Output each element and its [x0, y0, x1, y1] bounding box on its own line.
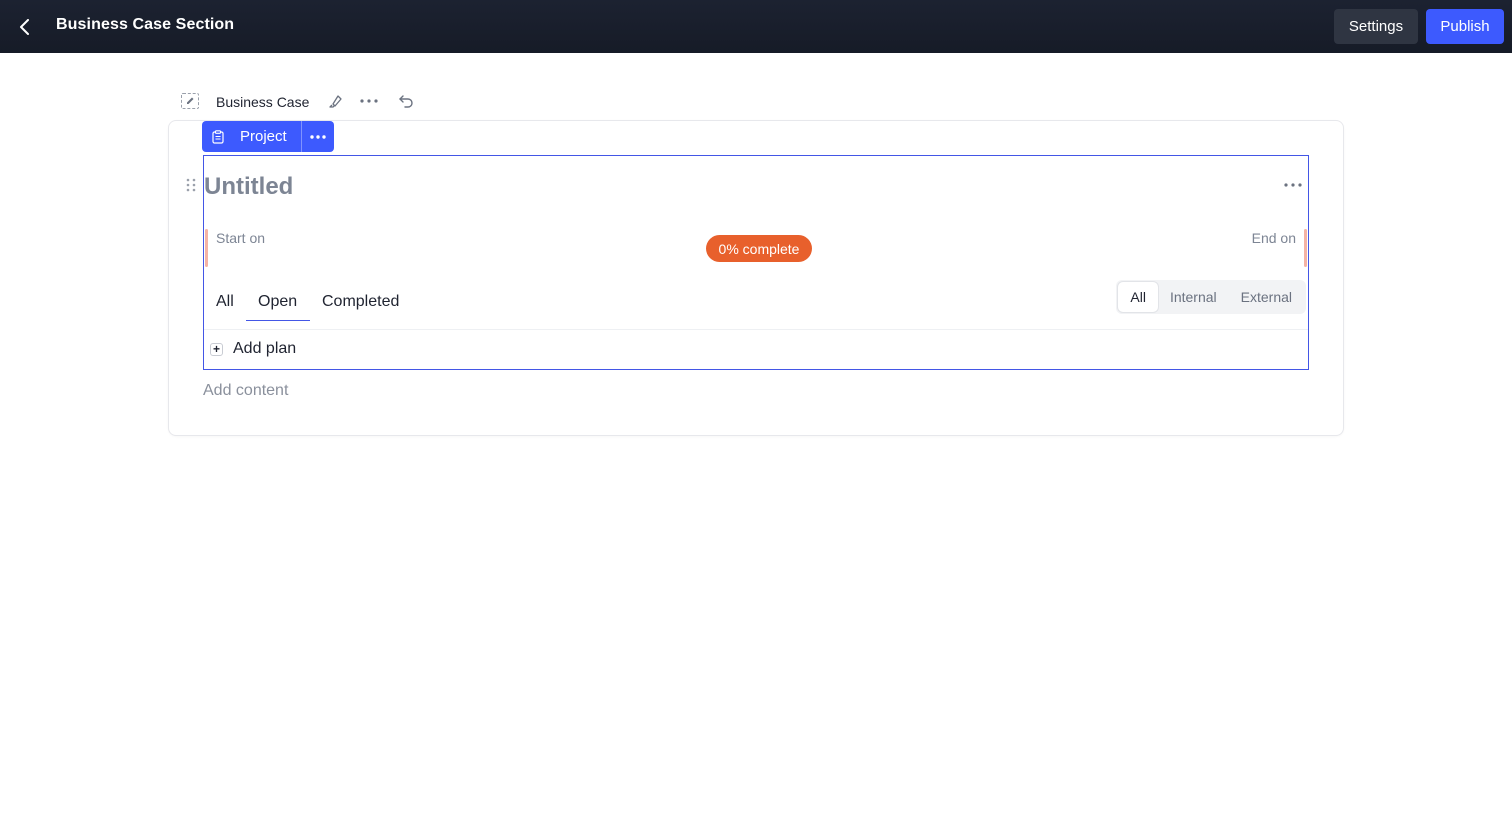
page-title: Business Case Section	[56, 16, 235, 33]
settings-button[interactable]: Settings	[1334, 9, 1418, 44]
active-tab-indicator	[246, 320, 310, 321]
top-bar: Business Case Section Settings Publish	[0, 0, 1512, 53]
more-icon[interactable]	[359, 91, 379, 111]
block-toolbar: Project	[202, 121, 334, 152]
block-more-button[interactable]	[301, 121, 334, 152]
timeline-end-marker	[1304, 229, 1307, 267]
add-plan-button[interactable]: + Add plan	[210, 340, 296, 358]
divider	[204, 329, 1308, 330]
edit-icon[interactable]	[181, 93, 199, 109]
tab-all[interactable]: All	[216, 293, 234, 311]
project-type-button[interactable]: Project	[202, 121, 301, 152]
publish-button[interactable]: Publish	[1426, 9, 1504, 44]
undo-icon[interactable]	[396, 91, 416, 111]
section-name[interactable]: Business Case	[216, 94, 309, 110]
more-icon	[310, 134, 326, 139]
project-more-button[interactable]	[1282, 178, 1304, 192]
visibility-filter: All Internal External	[1116, 280, 1306, 314]
more-icon	[1284, 183, 1302, 187]
progress-badge: 0% complete	[706, 235, 812, 262]
tab-completed[interactable]: Completed	[322, 293, 399, 311]
end-date-field[interactable]: End on	[1252, 230, 1296, 246]
project-label: Project	[240, 128, 287, 145]
filter-all[interactable]: All	[1118, 282, 1158, 312]
drag-handle-icon[interactable]	[185, 177, 197, 193]
clipboard-icon	[212, 129, 224, 144]
highlighter-icon[interactable]	[326, 91, 346, 111]
back-button[interactable]	[12, 14, 38, 40]
timeline-start-marker	[205, 229, 208, 267]
start-date-field[interactable]: Start on	[216, 230, 265, 246]
filter-internal[interactable]: Internal	[1158, 282, 1229, 312]
project-block: Untitled Start on End on 0% complete All…	[203, 155, 1309, 370]
add-plan-label: Add plan	[233, 340, 297, 357]
plus-icon: +	[210, 342, 223, 356]
filter-external[interactable]: External	[1229, 282, 1304, 312]
chevron-left-icon	[20, 19, 29, 35]
project-title[interactable]: Untitled	[204, 173, 293, 201]
tab-open[interactable]: Open	[258, 293, 297, 311]
add-content-placeholder[interactable]: Add content	[203, 382, 288, 400]
